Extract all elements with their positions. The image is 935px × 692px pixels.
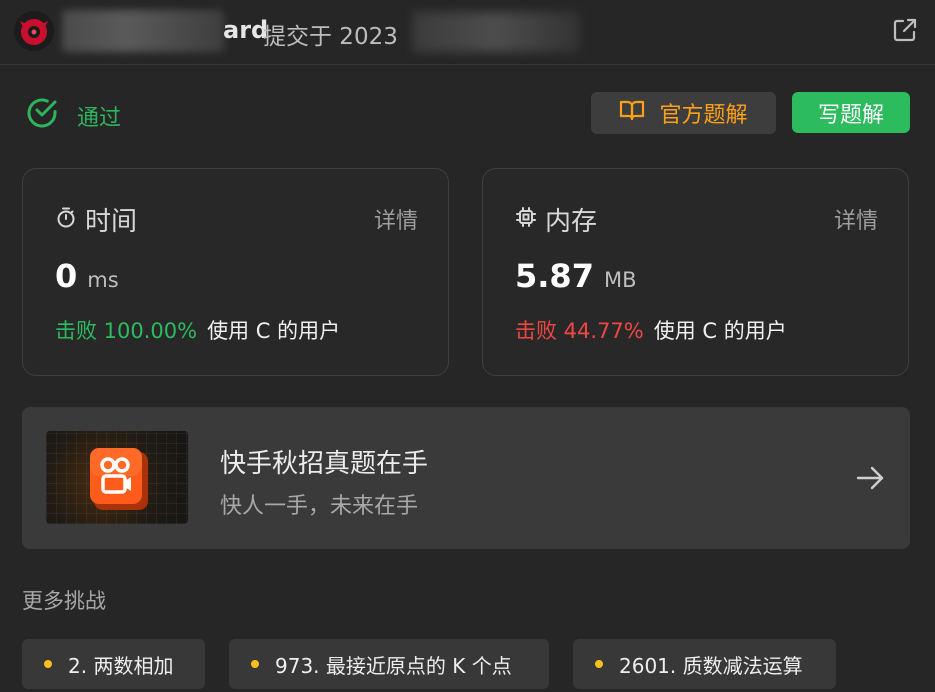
memory-unit: MB xyxy=(603,268,637,292)
memory-title-label: 内存 xyxy=(545,207,598,237)
arrow-right-icon[interactable] xyxy=(854,462,886,494)
banner-title: 快手秋招真题在手 xyxy=(220,449,429,479)
runtime-detail-link[interactable]: 详情 xyxy=(374,203,418,235)
status-label: 通过 xyxy=(77,106,122,131)
check-circle-icon xyxy=(24,95,60,131)
challenge-chip[interactable]: 2601. 质数减法运算 xyxy=(573,639,836,689)
redacted-username xyxy=(62,10,224,52)
runtime-number: 0 xyxy=(55,257,78,295)
challenge-label: 2. 两数相加 xyxy=(68,653,174,678)
runtime-title: 时间 xyxy=(55,201,137,238)
avatar[interactable] xyxy=(14,11,54,51)
runtime-beat-percent: 击败 100.00% xyxy=(55,319,198,343)
runtime-title-label: 时间 xyxy=(85,207,138,237)
difficulty-dot xyxy=(595,660,603,668)
kuaishou-logo-icon xyxy=(90,448,148,510)
external-link-icon[interactable] xyxy=(890,15,920,45)
banner-image xyxy=(46,431,188,524)
chip-icon xyxy=(515,205,537,235)
runtime-value: 0 ms xyxy=(55,257,119,295)
difficulty-dot xyxy=(251,660,259,668)
banner-subtitle: 快人一手，未来在手 xyxy=(220,494,419,519)
memory-beats: 击败 44.77% 使用 C 的用户 xyxy=(515,315,787,345)
challenge-label: 2601. 质数减法运算 xyxy=(619,653,803,678)
memory-title: 内存 xyxy=(515,201,597,238)
memory-detail-link[interactable]: 详情 xyxy=(834,203,878,235)
write-solution-label: 写题解 xyxy=(817,102,884,128)
submission-header: ard 提交于 2023 xyxy=(0,0,935,65)
difficulty-dot xyxy=(44,660,52,668)
username-suffix[interactable]: ard xyxy=(223,16,268,44)
memory-beat-tail: 使用 C 的用户 xyxy=(653,319,787,343)
challenge-chip[interactable]: 2. 两数相加 xyxy=(22,639,205,689)
runtime-beats: 击败 100.00% 使用 C 的用户 xyxy=(55,315,340,345)
challenge-label: 973. 最接近原点的 K 个点 xyxy=(275,653,512,678)
promo-banner[interactable]: 快手秋招真题在手 快人一手，未来在手 xyxy=(22,407,910,549)
memory-beat-percent: 击败 44.77% xyxy=(515,319,644,343)
memory-value: 5.87 MB xyxy=(515,257,636,295)
stopwatch-icon xyxy=(55,205,77,235)
submitted-time: 提交于 2023 xyxy=(263,24,398,50)
write-solution-button[interactable]: 写题解 xyxy=(792,92,910,133)
memory-number: 5.87 xyxy=(515,257,594,295)
runtime-unit: ms xyxy=(87,268,119,292)
challenge-chip[interactable]: 973. 最接近原点的 K 个点 xyxy=(229,639,549,689)
official-solution-label: 官方题解 xyxy=(659,103,748,128)
runtime-card[interactable]: 时间 详情 0 ms 击败 100.00% 使用 C 的用户 xyxy=(22,168,449,376)
redacted-time xyxy=(412,12,580,52)
book-open-icon xyxy=(619,99,645,127)
memory-card[interactable]: 内存 详情 5.87 MB 击败 44.77% 使用 C 的用户 xyxy=(482,168,909,376)
more-challenges-title: 更多挑战 xyxy=(22,589,106,613)
official-solution-button[interactable]: 官方题解 xyxy=(591,92,776,134)
runtime-beat-tail: 使用 C 的用户 xyxy=(207,319,341,343)
